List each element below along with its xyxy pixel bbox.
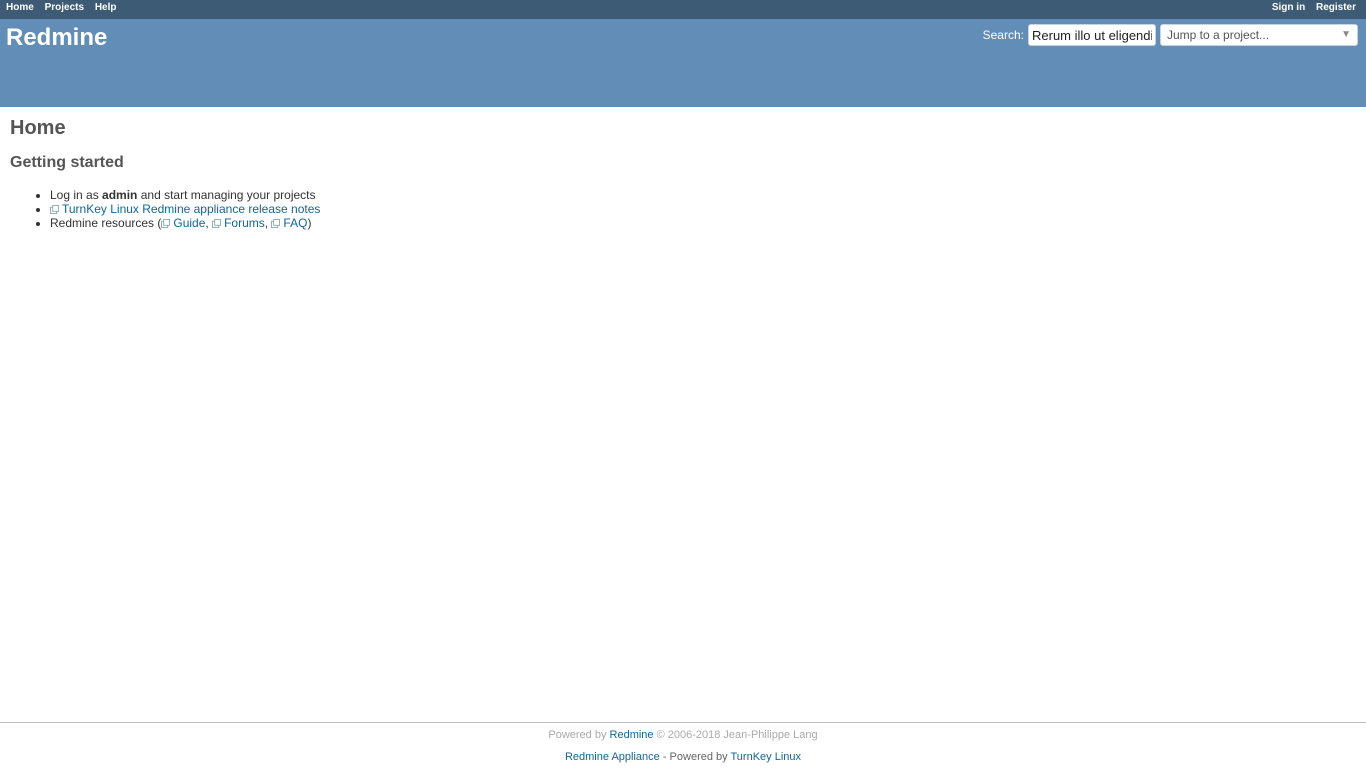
footer-turnkey-link[interactable]: TurnKey Linux bbox=[731, 751, 802, 763]
footer-appliance-link[interactable]: Redmine Appliance bbox=[565, 751, 660, 763]
login-prefix: Log in as bbox=[50, 188, 99, 202]
search-label: Search: bbox=[982, 28, 1024, 42]
menu-help-link[interactable]: Help bbox=[95, 2, 117, 13]
project-jump-label: Jump to a project... bbox=[1167, 28, 1270, 42]
external-link-icon bbox=[50, 205, 59, 214]
footer-line-1: Powered by Redmine © 2006-2018 Jean-Phil… bbox=[0, 729, 1366, 741]
login-user: admin bbox=[102, 188, 138, 202]
faq-link[interactable]: FAQ bbox=[271, 216, 307, 230]
main-content: Home Getting started Log in as admin and… bbox=[10, 107, 1356, 230]
external-link-icon bbox=[212, 219, 222, 228]
sign-in-link[interactable]: Sign in bbox=[1272, 2, 1305, 13]
list-item-release-notes: TurnKey Linux Redmine appliance release … bbox=[50, 202, 1356, 216]
menu-home-link[interactable]: Home bbox=[6, 2, 34, 13]
top-menu: Home Projects Help Sign in Register bbox=[0, 0, 1366, 19]
release-notes-link[interactable]: TurnKey Linux Redmine appliance release … bbox=[50, 202, 320, 216]
resources-suffix: ) bbox=[307, 216, 312, 230]
login-suffix: and start managing your projects bbox=[140, 188, 316, 202]
section-title: Getting started bbox=[10, 154, 124, 171]
footer-copyright: © 2006-2018 Jean-Philippe Lang bbox=[656, 729, 818, 741]
search-input[interactable] bbox=[1028, 24, 1156, 46]
site-title[interactable]: Redmine bbox=[6, 24, 107, 52]
list-item-resources: Redmine resources (Guide, Forums, FAQ) bbox=[50, 216, 1356, 230]
getting-started-list: Log in as admin and start managing your … bbox=[10, 188, 1356, 230]
chevron-down-icon: ▼ bbox=[1341, 29, 1351, 40]
footer-powered-by: Powered by bbox=[548, 729, 607, 741]
footer-redmine-link[interactable]: Redmine bbox=[610, 729, 654, 741]
list-item-login: Log in as admin and start managing your … bbox=[50, 188, 1356, 202]
footer: Powered by Redmine © 2006-2018 Jean-Phil… bbox=[0, 722, 1366, 769]
forums-link[interactable]: Forums bbox=[212, 216, 265, 230]
register-link[interactable]: Register bbox=[1316, 2, 1356, 13]
external-link-icon bbox=[161, 219, 171, 228]
project-jump-select[interactable]: Jump to a project... ▼ bbox=[1160, 24, 1358, 46]
top-menu-right: Sign in Register bbox=[1264, 2, 1356, 13]
footer-powered-by-2: - Powered by bbox=[662, 751, 728, 763]
header: Redmine Search: Jump to a project... ▼ bbox=[0, 19, 1366, 107]
quick-search: Search: Jump to a project... ▼ bbox=[983, 24, 1358, 46]
page-title: Home bbox=[10, 117, 66, 139]
top-menu-left: Home Projects Help bbox=[6, 2, 125, 13]
guide-link[interactable]: Guide bbox=[161, 216, 205, 230]
external-link-icon bbox=[271, 219, 281, 228]
footer-line-2: Redmine Appliance - Powered by TurnKey L… bbox=[0, 751, 1366, 763]
menu-projects-link[interactable]: Projects bbox=[45, 2, 84, 13]
resources-prefix: Redmine resources ( bbox=[50, 216, 162, 230]
